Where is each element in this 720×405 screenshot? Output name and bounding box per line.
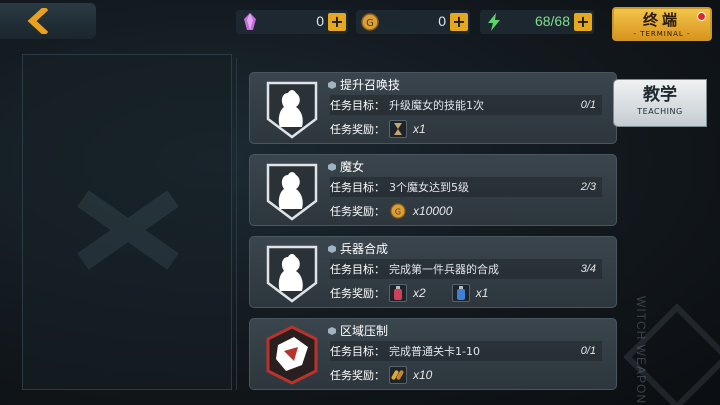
reward-label: 任务奖励： [330,369,385,382]
cube-icon [328,80,336,89]
goal-label: 任务目标： [330,345,385,358]
quest-title: 兵器合成 [328,240,388,257]
goal-label: 任务目标： [330,263,385,276]
quest-title: 区域压制 [328,322,388,339]
terminal-label: 终端 [642,11,681,29]
reward-label: 任务奖励： [330,123,385,136]
reward-item: x1 [389,120,426,138]
quest-progress: 0/1 [580,345,596,357]
notification-dot [697,12,706,21]
quest-progress: 3/4 [580,263,596,275]
quest-reward-row: 任务奖励： x10 [330,365,602,385]
quest-title: 提升召唤技 [328,76,400,93]
gold-coin-icon: G [361,13,379,31]
cube-icon [328,326,336,335]
crossed-weapons-icon [77,190,179,270]
quest-progress: 0/1 [580,99,596,111]
witch-silhouette-icon [266,163,318,221]
blue-potion-icon [451,284,470,302]
quest-list[interactable]: 提升召唤技 任务目标： 升级魔女的技能1次 0/1 任务奖励： x1 魔女 任务… [236,58,618,390]
red-potion-icon [389,284,407,302]
crystal-count: 0 [316,13,324,29]
goal-label: 任务目标： [330,181,385,194]
goal-text: 升级魔女的技能1次 [389,99,484,112]
quest-reward-row: 任务奖励： x2 x1 [330,283,602,303]
add-gold-button[interactable]: + [450,13,468,31]
quest-title-text: 魔女 [340,160,365,174]
add-energy-button[interactable]: + [574,13,592,31]
crystal-icon [244,13,256,30]
back-button[interactable] [0,3,96,39]
witch-silhouette-icon [266,81,318,139]
add-crystal-button[interactable]: + [328,13,346,31]
quest-reward-row: 任务奖励： x1 [330,119,602,139]
cube-icon [328,244,336,253]
teaching-label: 教学 [643,85,677,105]
quest-card[interactable]: 魔女 任务目标： 3个魔女达到5级 2/3 任务奖励： G x10000 [249,154,617,226]
quest-title-text: 提升召唤技 [340,78,401,92]
teaching-sublabel: TEACHING [637,107,683,116]
quest-title-text: 兵器合成 [340,242,389,256]
back-arrow-icon [27,8,48,34]
game-logo-watermark: WITCH WEAPON [634,296,648,404]
cube-icon [328,162,336,171]
reward-label: 任务奖励： [330,287,385,300]
quest-goal-row: 任务目标： 升级魔女的技能1次 0/1 [330,95,602,115]
quest-reward-row: 任务奖励： G x10000 [330,201,602,221]
gold-resource: G 0 + [356,10,470,34]
goal-text: 完成第一件兵器的合成 [389,263,499,276]
reward-qty: x2 [413,286,426,300]
quest-card[interactable]: 区域压制 任务目标： 完成普通关卡1-10 0/1 任务奖励： x10 [249,318,617,390]
goal-label: 任务目标： [330,99,385,112]
energy-resource: 68/68 + [480,10,594,34]
terminal-sublabel: - TERMINAL - [633,30,691,38]
top-bar: 0 + G 0 + 68/68 + 终端 - TERMINAL - [0,0,720,44]
reward-item: G x10000 [389,202,452,220]
svg-text:G: G [366,18,374,29]
gold-coin-icon: G [389,202,407,220]
tab-teaching[interactable]: 教学 TEACHING [614,80,706,126]
reward-label: 任务奖励： [330,205,385,218]
reward-item: x10 [389,366,432,384]
reward-item: x1 [451,284,489,302]
energy-icon [488,13,500,31]
ammo-item-icon [389,366,407,384]
crystal-resource: 0 + [236,10,348,34]
quest-title: 魔女 [328,158,364,175]
quest-title-text: 区域压制 [340,324,389,338]
quest-card[interactable]: 提升召唤技 任务目标： 升级魔女的技能1次 0/1 任务奖励： x1 [249,72,617,144]
reward-qty: x10 [413,368,433,382]
energy-count: 68/68 [534,13,570,29]
quest-goal-row: 任务目标： 完成第一件兵器的合成 3/4 [330,259,602,279]
gold-count: 0 [438,13,446,29]
svg-text:G: G [395,208,401,217]
battle-emblem-icon [266,325,318,385]
quest-goal-row: 任务目标： 完成普通关卡1-10 0/1 [330,341,602,361]
terminal-button[interactable]: 终端 - TERMINAL - [612,7,712,41]
left-detail-panel [22,54,232,390]
reward-qty: x1 [413,122,426,136]
goal-text: 3个魔女达到5级 [389,181,469,194]
hourglass-item-icon [389,120,407,138]
goal-text: 完成普通关卡1-10 [389,345,480,358]
reward-item: x2 [389,284,426,302]
quest-card[interactable]: 兵器合成 任务目标： 完成第一件兵器的合成 3/4 任务奖励： x2 x1 [249,236,617,308]
reward-qty: x10000 [413,204,453,218]
reward-qty: x1 [475,286,489,300]
quest-goal-row: 任务目标： 3个魔女达到5级 2/3 [330,177,602,197]
quest-progress: 2/3 [580,181,596,193]
witch-silhouette-icon [266,245,318,303]
